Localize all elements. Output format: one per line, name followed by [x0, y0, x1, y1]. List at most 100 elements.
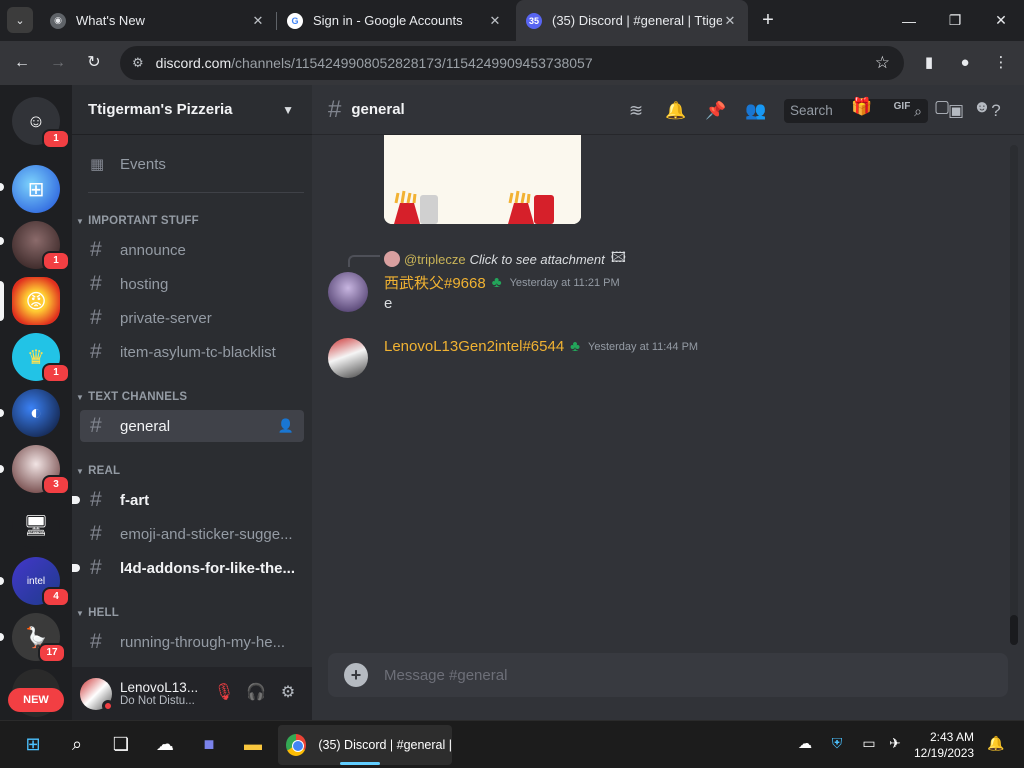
channel-announce[interactable]: # announce	[80, 234, 304, 266]
more-menu-icon[interactable]: ⋮	[990, 52, 1012, 74]
clock[interactable]: 2:43 AM 12/19/2023	[914, 729, 974, 761]
minimize-button[interactable]: —	[886, 0, 932, 41]
message-author[interactable]: 西武秩父#9668	[384, 272, 486, 293]
defender-icon[interactable]: ⛨	[826, 735, 848, 752]
search-icon: ⌕	[914, 103, 922, 119]
bookmark-star-icon[interactable]: ☆	[875, 53, 890, 73]
guild-header[interactable]: Ttigerman's Pizzeria ▼	[72, 85, 312, 135]
tab-discord[interactable]: 35 (35) Discord | #general | Ttigerm ✕	[516, 0, 748, 41]
members-icon[interactable]: 👥	[744, 99, 768, 123]
server-computer[interactable]: 🖥	[12, 501, 60, 549]
threads-icon[interactable]: ≋	[624, 99, 648, 123]
browser-toolbar: ← → ↻ ⚙ discord.com/channels/11542499080…	[0, 41, 1024, 85]
guild-name: Ttigerman's Pizzeria	[88, 101, 233, 118]
notification-bell-icon[interactable]: 🔔	[985, 735, 1007, 752]
server-pizzeria[interactable]: 😡	[12, 277, 60, 325]
deafen-button[interactable]: 🎧	[244, 681, 268, 705]
user-info[interactable]: LenovoL13... Do Not Distu...	[120, 680, 200, 707]
gif-button[interactable]: GIF	[890, 95, 914, 119]
side-panel-icon[interactable]: ▮	[918, 52, 940, 74]
avatar[interactable]	[328, 338, 368, 378]
channel-f-art[interactable]: # f-art	[72, 484, 304, 516]
server-windows[interactable]: ⊞	[12, 165, 60, 213]
reload-button[interactable]: ↻	[82, 51, 106, 75]
close-icon[interactable]: ✕	[487, 13, 503, 29]
intel-logo-icon: intel	[26, 575, 46, 587]
file-explorer-button[interactable]: ▬	[238, 729, 268, 759]
close-window-button[interactable]: ✕	[978, 0, 1024, 41]
new-tab-button[interactable]: +	[757, 9, 779, 31]
muted-mic-icon: 🎙	[213, 684, 235, 701]
sticker-icon[interactable]: ▢	[930, 95, 954, 119]
tab-title: Sign in - Google Accounts	[313, 13, 463, 28]
reply-preview[interactable]: @triplecze Click to see attachment 🖾	[384, 247, 626, 271]
category-label: TEXT CHANNELS	[88, 391, 188, 403]
message-composer[interactable]: + Message #general	[328, 653, 1008, 697]
category-text-channels[interactable]: ▼ TEXT CHANNELS	[76, 387, 296, 407]
emoji-icon[interactable]: ☻	[970, 95, 994, 119]
user-settings-button[interactable]: ⚙	[276, 681, 300, 705]
profile-icon[interactable]: ●	[954, 52, 976, 74]
channel-private-server[interactable]: # private-server	[80, 302, 304, 334]
arrow-right-icon: →	[50, 54, 66, 71]
widgets-button[interactable]: ☁	[150, 729, 180, 759]
channel-name: item-asylum-tc-blacklist	[120, 343, 276, 361]
reply-text[interactable]: Click to see attachment	[470, 252, 605, 267]
image-attachment[interactable]	[384, 135, 581, 224]
selected-pill	[0, 281, 4, 321]
clock-date: 12/19/2023	[914, 746, 975, 760]
url-host: discord.com	[155, 55, 232, 71]
address-bar[interactable]: ⚙ discord.com/channels/11542499080528281…	[120, 46, 904, 80]
channel-emoji-and-sticker[interactable]: # emoji-and-sticker-sugge...	[80, 518, 304, 550]
computer-icon: 🖥	[23, 514, 49, 537]
search-button[interactable]: ⌕	[62, 729, 92, 759]
channel-l4d-addons[interactable]: # l4d-addons-for-like-the...	[72, 552, 304, 584]
close-icon[interactable]: ✕	[250, 13, 266, 29]
server-globe[interactable]: ◐	[12, 389, 60, 437]
display-icon[interactable]: ▭	[858, 735, 880, 752]
avatar[interactable]	[80, 677, 114, 712]
mute-button[interactable]: 🎙	[212, 681, 236, 705]
avatar[interactable]	[328, 272, 368, 312]
discord-app: ☺ 1 ⊞ 1 😡 ♛ 1 ◐ 3 🖥 intel 4 🪿 17 NEW Tti…	[0, 85, 1024, 720]
composer-placeholder: Message #general	[384, 666, 508, 684]
taskbar-chrome[interactable]: (35) Discord | #general |	[278, 725, 452, 765]
back-button[interactable]: ←	[10, 51, 34, 75]
tab-search-button[interactable]: ⌄	[7, 7, 33, 33]
message-timestamp: Yesterday at 11:21 PM	[509, 276, 620, 289]
scrollbar-thumb[interactable]	[1010, 615, 1018, 645]
category-real[interactable]: ▼ REAL	[76, 461, 296, 481]
pin-icon[interactable]: 📌	[704, 99, 728, 123]
task-view-button[interactable]: ❏	[106, 729, 136, 759]
scrollbar[interactable]	[1010, 145, 1018, 645]
search-icon: ⌕	[71, 733, 83, 754]
message-author[interactable]: LenovoL13Gen2intel#6544	[384, 338, 564, 355]
events-button[interactable]: ▦ Events	[80, 148, 304, 180]
tab-google-sign-in[interactable]: G Sign in - Google Accounts ✕	[277, 0, 513, 41]
restore-button[interactable]: ❐	[932, 0, 978, 41]
site-settings-icon[interactable]: ⚙	[132, 55, 144, 71]
start-button[interactable]: ⊞	[18, 729, 48, 759]
teams-button[interactable]: ■	[194, 729, 224, 759]
invite-icon[interactable]: 👤	[278, 418, 294, 434]
bell-icon[interactable]: 🔔	[664, 99, 688, 123]
add-attachment-button[interactable]: +	[344, 663, 368, 687]
channel-hosting[interactable]: # hosting	[80, 268, 304, 300]
notification-badge: 3	[42, 475, 70, 495]
forward-button[interactable]: →	[46, 51, 70, 75]
channel-general[interactable]: # general 👤	[80, 410, 304, 442]
wifi-off-icon[interactable]: ✈	[884, 735, 906, 752]
tab-whats-new[interactable]: ◉ What's New ✕	[40, 0, 276, 41]
category-important-stuff[interactable]: ▼ IMPORTANT STUFF	[76, 211, 296, 231]
channel-item-asylum[interactable]: # item-asylum-tc-blacklist	[80, 336, 304, 368]
active-indicator	[340, 762, 380, 765]
onedrive-icon[interactable]: ☁	[794, 735, 816, 752]
channel-running-through[interactable]: # running-through-my-he...	[80, 626, 304, 658]
close-icon[interactable]: ✕	[722, 13, 738, 29]
reply-author[interactable]: @triplecze	[404, 252, 466, 267]
taskbar-chrome-label: (35) Discord | #general |	[318, 738, 452, 752]
notification-badge: 1	[42, 363, 70, 383]
gift-icon[interactable]: 🎁	[850, 95, 874, 119]
channel-name: running-through-my-he...	[120, 633, 286, 651]
category-hell[interactable]: ▼ HELL	[76, 603, 296, 623]
